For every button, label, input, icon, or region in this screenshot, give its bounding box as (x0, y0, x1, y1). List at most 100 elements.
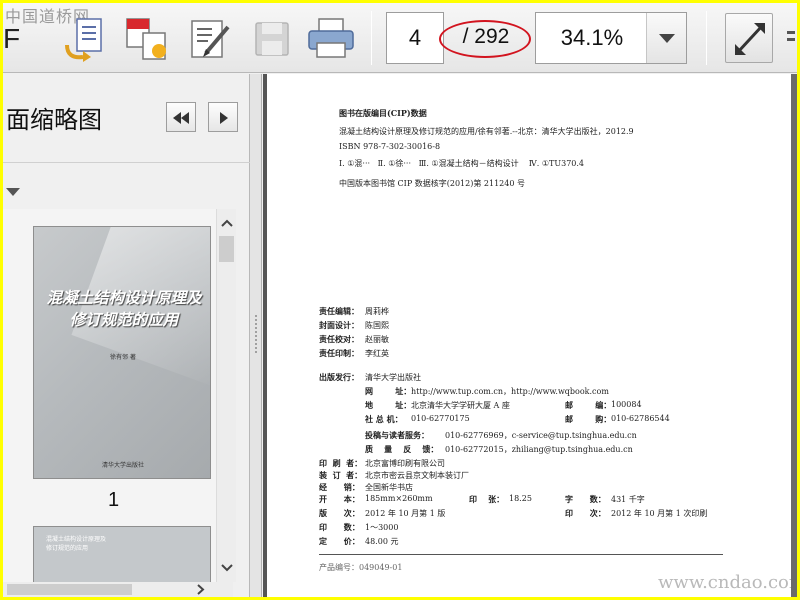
credit-label: 责任印制： (319, 348, 359, 358)
distributor-value: 全国新华书店 (365, 483, 413, 492)
sheets-label: 印 张： (469, 494, 505, 504)
price-label: 定 价： (319, 536, 360, 546)
chevron-up-icon[interactable] (217, 213, 237, 233)
extract-page-button[interactable] (123, 15, 173, 63)
chevron-down-icon[interactable] (217, 558, 237, 578)
thumbnail-list: 混凝土结构设计原理及 修订规范的应用 徐有邻 著 清华大学出版社 1 混凝土结构… (3, 209, 233, 582)
grip-dots (254, 314, 258, 354)
document-view[interactable]: 图书在版编目(CIP)数据 混凝土结构设计原理及修订规范的应用/徐有邻著.--北… (263, 74, 797, 597)
print-run-value: 1～3000 (365, 523, 399, 532)
impression-value: 2012 年 10 月第 1 次印刷 (611, 509, 708, 518)
thumbnail-options-button[interactable] (6, 183, 22, 202)
thumbnail-horizontal-scrollbar[interactable] (3, 582, 233, 597)
cip-line: ISBN 978-7-302-30016-8 (339, 142, 441, 151)
address-label: 地 址： (365, 400, 412, 410)
rotate-page-icon (65, 18, 102, 62)
zoom-select[interactable]: 34.1% (535, 12, 687, 64)
thumbnail-title-line: 修订规范的应用 (46, 545, 89, 552)
toolbar-separator (371, 11, 372, 65)
quality-label: 质 量 反 馈： (365, 444, 439, 454)
reader-window: 中国道桥网 F 4 / 292 34.1% 面缩略图 混凝土结构设计原理及 修订… (3, 3, 797, 597)
quality-value: 010-62772015，zhiliang@tup.tsinghua.edu.c… (445, 445, 633, 454)
thumbnail-title: 混凝土结构设计原理及 修订规范的应用 (46, 535, 106, 553)
panel-divider (3, 162, 250, 163)
total-pages-label: / 292 (462, 25, 510, 48)
page-edge (263, 74, 267, 597)
page-thumbnail-2[interactable]: 混凝土结构设计原理及 修订规范的应用 (33, 526, 211, 582)
panel-title: 面缩略图 (6, 106, 102, 134)
postcode-label: 邮 编： (565, 400, 612, 410)
credit-value: 周莉桦 (365, 307, 389, 316)
format-value: 185mm×260mm (365, 494, 433, 503)
rotate-page-button[interactable] (61, 15, 111, 63)
edition-label: 版 次： (319, 508, 360, 518)
fullscreen-button[interactable] (725, 13, 773, 63)
website-value: http://www.tup.com.cn，http://www.wqbook.… (411, 387, 609, 396)
credit-label: 责任校对： (319, 334, 359, 344)
chevron-down-icon (659, 34, 675, 43)
cip-line: 中国版本图书馆 CIP 数据核字(2012)第 211240 号 (339, 179, 525, 188)
impression-label: 印 次： (565, 508, 606, 518)
product-number: 产品编号：049049-01 (319, 563, 403, 572)
thumbnail-panel: 面缩略图 混凝土结构设计原理及 修订规范的应用 徐有邻 著 清华大学出版社 1 … (3, 74, 250, 597)
right-arrow-icon (220, 112, 228, 124)
format-label: 开 本： (319, 494, 360, 504)
save-button[interactable] (248, 15, 298, 63)
cover-title-line: 混凝土结构设计原理及 (46, 289, 202, 307)
cip-line: Ⅰ. ①混··· Ⅱ. ①徐··· Ⅲ. ①混凝土结构－结构设计 Ⅳ. ①TU3… (339, 159, 585, 168)
address-value: 北京清华大学学研大厦 A 座 (411, 401, 510, 410)
cip-line: 混凝土结构设计原理及修订规范的应用/徐有邻著.--北京：清华大学出版社，2012… (339, 127, 634, 136)
toolbar: 中国道桥网 F 4 / 292 34.1% (3, 3, 797, 73)
credit-value: 赵丽敏 (365, 335, 389, 344)
printer-value: 北京富博印刷有限公司 (365, 459, 445, 468)
mailorder-value: 010-62786544 (611, 414, 670, 423)
cover-title-line: 修订规范的应用 (69, 311, 179, 329)
page-thumbnail-1[interactable]: 混凝土结构设计原理及 修订规范的应用 徐有邻 著 清华大学出版社 (33, 226, 211, 479)
printer-label: 印 刷 者： (319, 458, 363, 468)
thumbnail-vertical-scrollbar[interactable] (216, 209, 236, 582)
vertical-scroll-thumb[interactable] (219, 236, 234, 262)
collapse-panel-button[interactable] (166, 102, 196, 132)
zoom-value[interactable]: 34.1% (536, 13, 648, 63)
save-icon (255, 22, 289, 56)
zoom-dropdown-button[interactable] (646, 13, 686, 63)
edition-value: 2012 年 10 月第 1 版 (365, 509, 446, 518)
switchboard-label: 社 总 机： (365, 414, 403, 424)
footer-rule (319, 554, 723, 555)
current-page-input[interactable]: 4 (386, 12, 444, 64)
binder-value: 北京市密云县京文制本装订厂 (365, 471, 469, 480)
page-shadow (791, 74, 797, 597)
expand-panel-button[interactable] (208, 102, 238, 132)
more-tools-button[interactable] (785, 27, 797, 47)
panel-resize-handle[interactable] (250, 74, 262, 597)
credit-value: 李红英 (365, 349, 389, 358)
cip-header: 图书在版编目(CIP)数据 (339, 108, 427, 118)
toolbar-separator (706, 11, 707, 65)
mailorder-label: 邮 购： (565, 414, 612, 424)
credit-label: 责任编辑： (319, 306, 359, 316)
document-page: 图书在版编目(CIP)数据 混凝土结构设计原理及修订规范的应用/徐有邻著.--北… (263, 74, 797, 597)
submission-value: 010-62776969，c-service@tup.tsinghua.edu.… (445, 431, 637, 440)
horizontal-scroll-thumb[interactable] (7, 584, 132, 595)
edit-form-button[interactable] (186, 15, 236, 63)
cover-title: 混凝土结构设计原理及 修订规范的应用 (44, 287, 204, 331)
print-button[interactable] (305, 15, 357, 63)
price-value: 48.00 元 (365, 537, 399, 546)
double-left-arrow-icon (173, 112, 189, 124)
watermark-bottom: www.cndao.com (658, 572, 797, 593)
postcode-value: 100084 (611, 400, 642, 409)
submission-label: 投稿与读者服务： (365, 430, 429, 440)
switchboard-value: 010-62770175 (411, 414, 470, 423)
chevron-right-icon[interactable] (193, 582, 207, 597)
words-value: 431 千字 (611, 495, 645, 504)
publisher-label: 出版发行： (319, 372, 359, 382)
credit-label: 封面设计： (319, 320, 359, 330)
thumbnail-title-line: 混凝土结构设计原理及 (46, 536, 107, 543)
distributor-label: 经 销： (319, 482, 360, 492)
print-icon (308, 18, 354, 58)
edit-form-icon (191, 20, 230, 58)
app-title-fragment: F (3, 23, 21, 54)
cover-author: 徐有邻 著 (110, 354, 136, 361)
website-label: 网 址： (365, 386, 412, 396)
sheets-value: 18.25 (509, 494, 532, 503)
